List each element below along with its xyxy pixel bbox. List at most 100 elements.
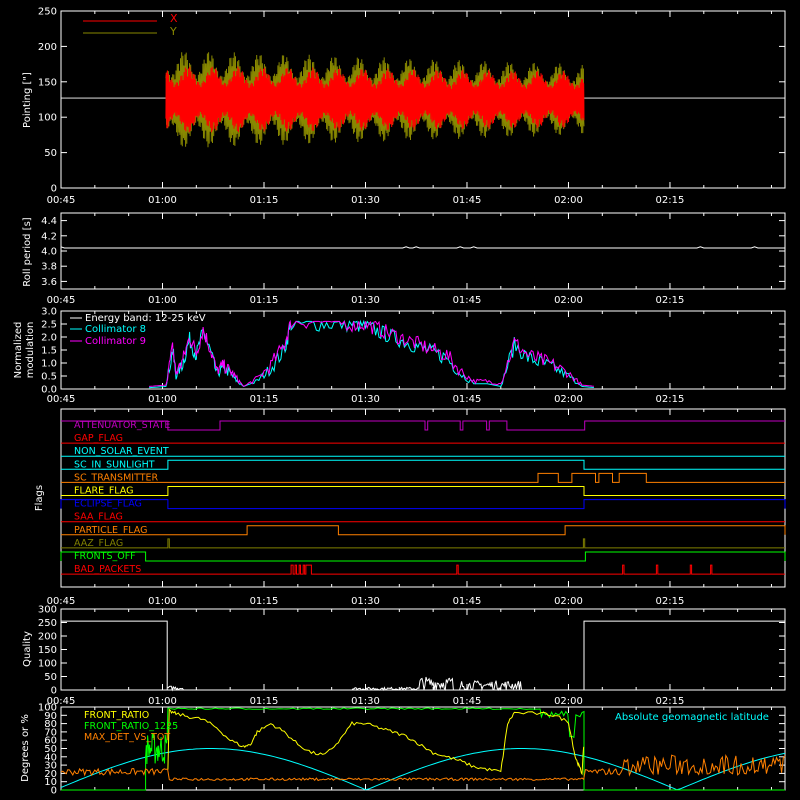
x-tick-label: 02:00 [554, 696, 583, 707]
x-tick-label: 01:30 [351, 195, 380, 206]
flag-label-gap-flag: GAP_FLAG [74, 433, 123, 444]
y-tick-label: 4.4 [41, 216, 57, 227]
y-axis-label: Degrees or % [20, 714, 31, 782]
y-tick-label: 50 [44, 672, 57, 683]
y-tick-label: 300 [38, 605, 57, 616]
flag-trace-fronts-off [60, 551, 786, 562]
flag-trace-sc-in-sunlight [61, 459, 785, 470]
flag-trace-bad-packets [61, 564, 785, 575]
flag-trace-aaz-flag [61, 538, 785, 549]
y-tick-label: 150 [38, 77, 57, 88]
flag-label-sc-in-sunlight: SC_IN_SUNLIGHT [74, 459, 155, 470]
legend-coll9-label: Collimator 9 [85, 336, 146, 347]
flag-label-sc-transmitter: SC_TRANSMITTER [74, 472, 159, 483]
legend-geomag-latitude: Absolute geomagnetic latitude [615, 712, 769, 723]
flag-trace-eclipse-flag [60, 499, 786, 510]
y-tick-label: 1.5 [41, 346, 57, 357]
x-tick-label: 01:15 [250, 394, 279, 405]
x-tick-label: 01:15 [250, 696, 279, 707]
x-tick-label: 01:45 [453, 696, 482, 707]
y-tick-label: 100 [38, 113, 57, 124]
y-tick-label: 4.0 [41, 247, 57, 258]
flag-label-fronts-off: FRONTS_OFF [74, 551, 136, 562]
front-ratio-series [167, 708, 585, 776]
y-tick-label: 50 [44, 148, 57, 159]
x-tick-label: 01:30 [351, 596, 380, 607]
y-tick-label: 3.0 [41, 307, 57, 318]
x-tick-label: 01:00 [148, 394, 177, 405]
x-tick-label: 01:45 [453, 394, 482, 405]
flag-label-attenuator-state: ATTENUATOR_STATE [74, 420, 170, 431]
x-tick-label: 01:15 [250, 295, 279, 306]
x-tick-label: 02:00 [554, 394, 583, 405]
legend-front-ratio-1225: FRONT_RATIO_1225 [84, 721, 178, 732]
y-axis-label: Pointing ["] [22, 72, 33, 128]
y-tick-label: 0.5 [41, 372, 57, 383]
x-tick-label: 00:45 [47, 195, 76, 206]
y-tick-label: 4.2 [41, 231, 57, 242]
flag-label-eclipse-flag: ECLIPSE_FLAG [74, 499, 142, 510]
x-tick-label: 01:30 [351, 295, 380, 306]
x-tick-label: 02:15 [656, 295, 685, 306]
chart-canvas: 0 50 100 150 200 250 Pointing ["] XY 00:45 01:00 0… [13, 7, 786, 797]
y-axis-label: Quality [22, 631, 33, 667]
y-tick-label: 100 [38, 659, 57, 670]
x-tick-label: 00:45 [47, 394, 76, 405]
x-tick-label: 01:30 [351, 394, 380, 405]
flag-label-bad-packets: BAD_PACKETS [74, 564, 141, 575]
y-axis-label: Flags [34, 485, 45, 511]
x-tick-label: 02:00 [554, 295, 583, 306]
x-tick-label: 01:00 [148, 195, 177, 206]
roll-period-series [60, 246, 785, 249]
y-axis-label-line2: modulation [25, 322, 36, 379]
x-tick-label: 01:00 [148, 696, 177, 707]
y-tick-label: 200 [38, 42, 57, 53]
x-tick-label: 01:45 [453, 295, 482, 306]
x-tick-label: 01:30 [351, 696, 380, 707]
y-tick-label: 3.6 [41, 277, 57, 288]
legend-max-det: MAX_DET_VS_TOT [84, 732, 170, 743]
x-tick-label: 01:15 [250, 195, 279, 206]
x-tick-label: 01:00 [148, 295, 177, 306]
y-axis-label-line1: Normalized [13, 322, 24, 379]
x-tick-label: 00:45 [47, 295, 76, 306]
flags-panel [60, 408, 786, 588]
flag-label-aaz-flag: AAZ_FLAG [74, 538, 123, 549]
y-tick-label: 3.8 [41, 262, 57, 273]
x-tick-label: 01:15 [250, 596, 279, 607]
y-tick-label: 250 [38, 7, 57, 18]
x-tick-label: 02:00 [554, 195, 583, 206]
y-axis-label: Roll period [s] [22, 217, 33, 286]
y-tick-label: 0 [51, 184, 57, 195]
y-tick-label: 100 [38, 703, 57, 714]
y-tick-label: 200 [38, 632, 57, 643]
y-tick-label: 2.5 [41, 320, 57, 331]
modulation-series-9 [148, 319, 594, 388]
flag-label-flare-flag: FLARE_FLAG [74, 486, 134, 497]
x-tick-label: 02:15 [656, 696, 685, 707]
y-tick-label: 2.0 [41, 333, 57, 344]
x-tick-label: 02:15 [656, 596, 685, 607]
legend-coll8-label: Collimator 8 [85, 324, 146, 335]
legend-x-label: X [170, 12, 178, 25]
x-tick-label: 02:15 [656, 394, 685, 405]
flag-label-non-solar-event: NON_SOLAR_EVENT [74, 446, 169, 457]
x-tick-label: 01:00 [148, 596, 177, 607]
legend-energy-label: Energy band: 12-25 keV [85, 313, 206, 324]
quality-series [61, 620, 785, 692]
x-tick-label: 02:00 [554, 596, 583, 607]
y-tick-label: 1.0 [41, 359, 57, 370]
y-tick-label: 250 [38, 618, 57, 629]
flag-trace-sc-transmitter [61, 472, 785, 483]
legend-front-ratio: FRONT_RATIO [84, 710, 149, 721]
y-tick-label: 150 [38, 645, 57, 656]
flag-trace-particle-flag [61, 525, 786, 536]
flag-label-particle-flag: PARTICLE_FLAG [74, 525, 147, 536]
roll-period-panel [60, 212, 786, 290]
flag-label-saa-flag: SAA_FLAG [74, 512, 123, 523]
y-tick-label: 0 [51, 686, 57, 697]
x-tick-label: 02:15 [656, 195, 685, 206]
x-tick-label: 01:45 [453, 195, 482, 206]
flag-trace-flare-flag [61, 486, 785, 496]
x-tick-label: 01:45 [453, 596, 482, 607]
